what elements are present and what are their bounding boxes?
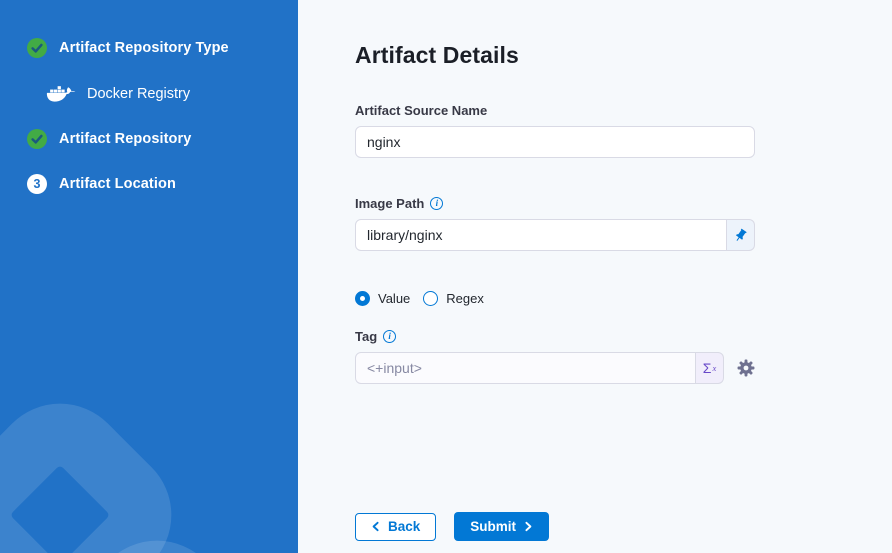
artifact-source-name-label: Artifact Source Name	[355, 103, 487, 118]
expression-type-button[interactable]: Σx	[696, 352, 724, 384]
artifact-details-panel: Artifact Details Artifact Source Name Im…	[298, 0, 892, 553]
chevron-right-icon	[523, 521, 533, 532]
docker-whale-icon	[46, 83, 76, 104]
wizard-steps-sidebar: Artifact Repository Type Docker Registry	[0, 0, 298, 553]
artifact-wizard-window: Artifact Repository Type Docker Registry	[0, 0, 892, 553]
info-icon[interactable]	[430, 197, 443, 210]
back-button[interactable]: Back	[355, 513, 436, 541]
tag-input[interactable]	[355, 352, 696, 384]
image-path-label: Image Path	[355, 196, 424, 211]
pin-input-type-button[interactable]	[727, 219, 755, 251]
tag-field: Tag Σx	[355, 329, 755, 384]
gear-icon	[737, 359, 755, 377]
step-number-badge: 3	[27, 174, 47, 194]
step-label: Artifact Repository Type	[59, 40, 229, 56]
step-artifact-repository-type[interactable]: Artifact Repository Type	[27, 38, 298, 58]
info-icon[interactable]	[383, 330, 396, 343]
check-circle-icon	[27, 38, 47, 58]
radio-value[interactable]: Value	[355, 291, 410, 306]
tag-mode-radio-group: Value Regex	[355, 291, 892, 306]
radio-value-label: Value	[378, 291, 410, 306]
step-label: Artifact Location	[59, 176, 176, 192]
radio-selected-icon	[355, 291, 370, 306]
artifact-source-name-field: Artifact Source Name	[355, 103, 755, 158]
step-artifact-location[interactable]: 3 Artifact Location	[27, 174, 298, 194]
tag-label: Tag	[355, 329, 377, 344]
image-path-field: Image Path	[355, 196, 755, 251]
substep-label: Docker Registry	[87, 86, 190, 102]
substep-docker-registry: Docker Registry	[46, 83, 298, 104]
tag-settings-button[interactable]	[737, 359, 755, 377]
radio-regex[interactable]: Regex	[423, 291, 484, 306]
step-label: Artifact Repository	[59, 131, 191, 147]
page-title: Artifact Details	[355, 42, 892, 69]
submit-button[interactable]: Submit	[454, 512, 549, 541]
check-circle-icon	[27, 129, 47, 149]
wizard-actions: Back Submit	[355, 512, 892, 541]
artifact-source-name-input[interactable]	[355, 126, 755, 158]
image-path-input[interactable]	[355, 219, 727, 251]
radio-unselected-icon	[423, 291, 438, 306]
sigma-expression-icon: Σ	[703, 361, 712, 375]
pin-icon	[733, 228, 748, 243]
step-artifact-repository[interactable]: Artifact Repository	[27, 129, 298, 149]
chevron-left-icon	[371, 521, 381, 532]
radio-regex-label: Regex	[446, 291, 484, 306]
